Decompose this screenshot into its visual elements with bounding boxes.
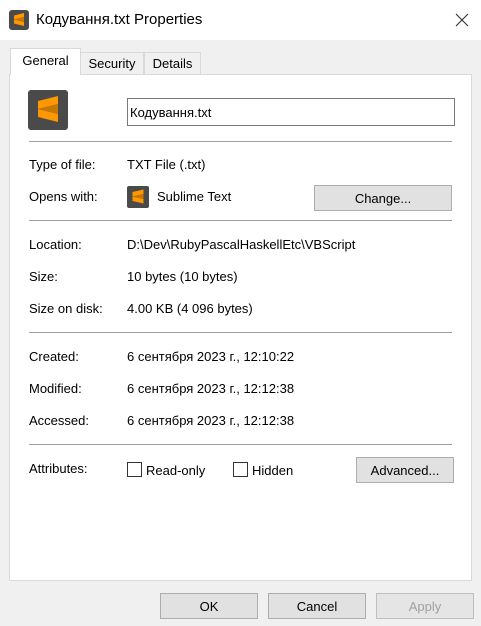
file-name-input[interactable]: [127, 98, 455, 126]
type-of-file-value: TXT File (.txt): [127, 157, 206, 172]
opens-with-label: Opens with:: [29, 189, 98, 204]
attributes-label: Attributes:: [29, 461, 88, 476]
separator: [29, 141, 452, 142]
advanced-button[interactable]: Advanced...: [356, 457, 454, 483]
size-on-disk-label: Size on disk:: [29, 301, 103, 316]
opens-with-app: Sublime Text: [157, 189, 232, 204]
sublime-text-icon: [9, 10, 29, 33]
close-button[interactable]: [446, 5, 478, 35]
modified-value: 6 сентября 2023 г., 12:12:38: [127, 381, 295, 396]
type-of-file-label: Type of file:: [29, 157, 96, 172]
sublime-text-icon: [127, 186, 149, 211]
close-icon: [455, 13, 469, 27]
separator: [29, 332, 452, 333]
size-on-disk-value: 4.00 KB (4 096 bytes): [127, 301, 253, 316]
general-panel: [9, 74, 472, 581]
file-type-icon: [28, 90, 68, 133]
size-label: Size:: [29, 269, 58, 284]
ok-button[interactable]: OK: [160, 593, 258, 619]
created-label: Created:: [29, 349, 79, 364]
accessed-value: 6 сентября 2023 г., 12:12:38: [127, 413, 295, 428]
hidden-label[interactable]: Hidden: [252, 463, 293, 478]
window-title: Кодування.txt Properties: [36, 11, 203, 28]
apply-button[interactable]: Apply: [376, 593, 474, 619]
separator: [29, 444, 452, 445]
read-only-label[interactable]: Read-only: [146, 463, 205, 478]
accessed-label: Accessed:: [29, 413, 89, 428]
size-value: 10 bytes (10 bytes): [127, 269, 238, 284]
tab-general[interactable]: General: [10, 48, 81, 75]
location-label: Location:: [29, 237, 82, 252]
tab-security[interactable]: Security: [80, 52, 144, 74]
read-only-checkbox[interactable]: [127, 462, 142, 477]
location-value: D:\Dev\RubyPascalHaskellEtc\VBScript: [127, 237, 356, 252]
created-value: 6 сентября 2023 г., 12:10:22: [127, 349, 295, 364]
cancel-button[interactable]: Cancel: [268, 593, 366, 619]
hidden-checkbox[interactable]: [233, 462, 248, 477]
tab-details[interactable]: Details: [144, 52, 201, 74]
separator: [29, 220, 452, 221]
change-button[interactable]: Change...: [314, 185, 452, 211]
modified-label: Modified:: [29, 381, 82, 396]
title-bar: Кодування.txt Properties: [0, 0, 481, 40]
